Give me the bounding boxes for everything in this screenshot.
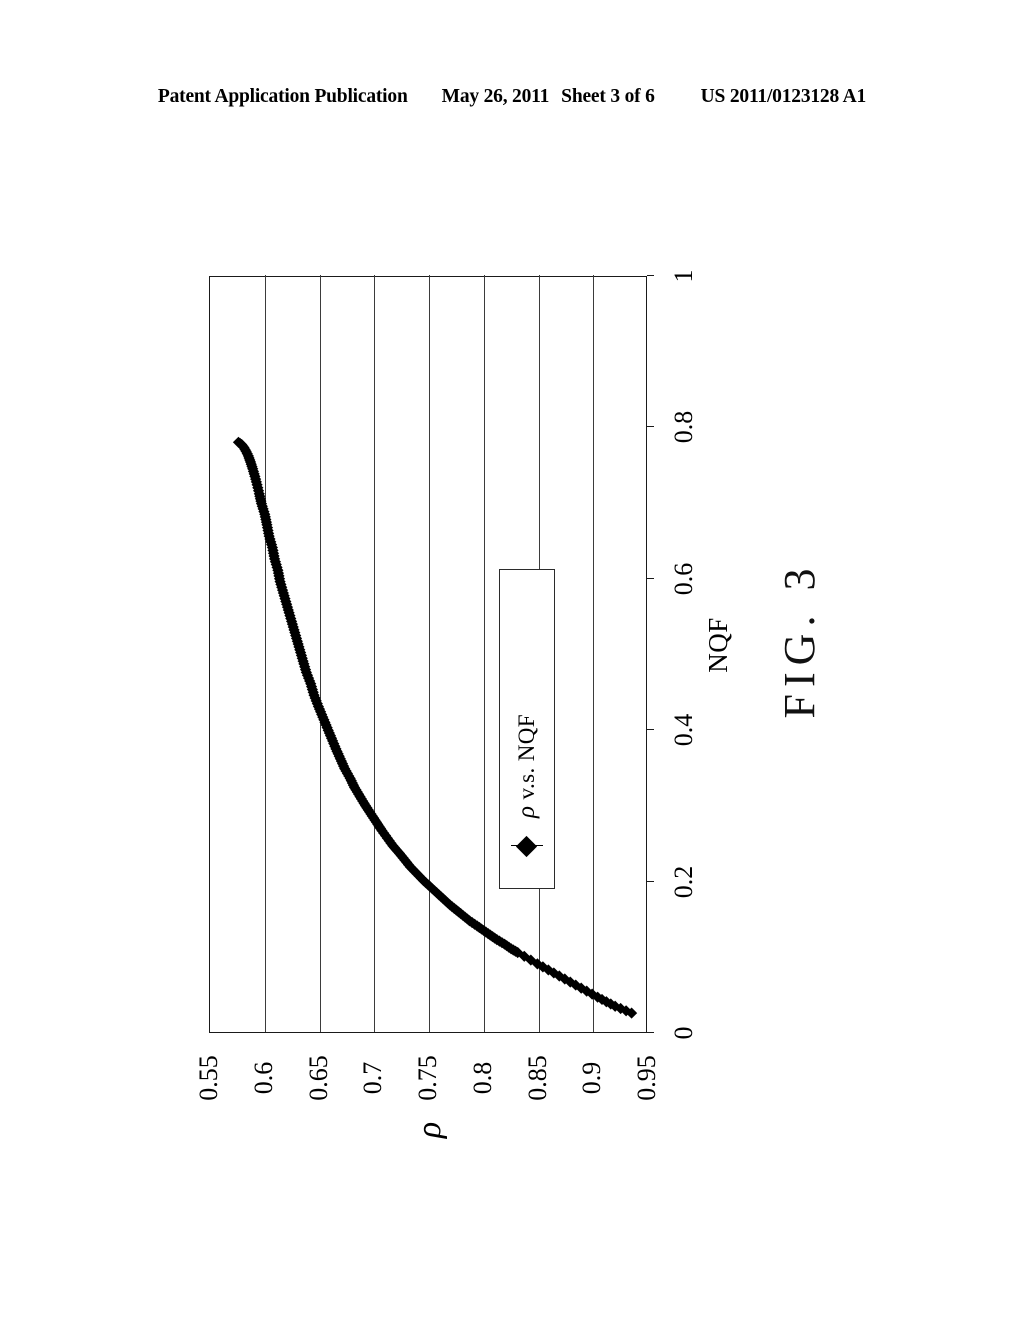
nqf-tick — [647, 275, 654, 276]
figure-caption: FIG. 3 — [775, 561, 824, 719]
nqf-tick-label: 0.4 — [669, 713, 698, 747]
nqf-tick-label: 1 — [669, 269, 698, 283]
nqf-tick-label: 0.2 — [669, 865, 698, 898]
rho-axis-title: ρ — [411, 1121, 448, 1139]
legend-marker — [510, 822, 544, 870]
rho-tick-label: 0.8 — [467, 1061, 497, 1095]
legend-entry: ρ v.s. NQF — [500, 570, 554, 888]
diamond-marker-icon — [515, 835, 538, 858]
rho-tick-label: 0.95 — [632, 1055, 661, 1101]
plot-area — [209, 275, 647, 1033]
chart-rotated-wrapper: ρ v.s. NQF — [209, 275, 654, 1033]
rho-tick-label: 0.55 — [194, 1055, 223, 1101]
series-markers — [232, 436, 638, 1019]
rho-tick-label: 0.85 — [522, 1055, 552, 1101]
legend[interactable]: ρ v.s. NQF — [499, 569, 555, 889]
nqf-tick-label: 0.8 — [669, 411, 698, 444]
rho-tick-label: 0.6 — [248, 1061, 278, 1095]
series-line — [238, 441, 632, 1014]
nqf-tick — [647, 577, 654, 579]
figure-stage: ρ v.s. NQF 0.95 0.9 0.85 0.8 0.75 0.7 0.65 0.6 0… — [0, 0, 1024, 1320]
nqf-tick-label: 0 — [669, 1026, 698, 1040]
rho-tick-label: 0.65 — [303, 1055, 333, 1101]
nqf-tick — [647, 729, 654, 731]
nqf-tick-label: 0.6 — [669, 562, 698, 596]
nqf-tick — [647, 426, 654, 428]
legend-label-rest: v.s. NQF — [514, 714, 539, 806]
nqf-tick — [647, 880, 654, 882]
nqf-axis-title: NQF — [703, 617, 733, 673]
legend-label-rho: ρ — [513, 805, 540, 818]
rho-tick-label: 0.9 — [577, 1061, 607, 1095]
legend-label: ρ v.s. NQF — [513, 714, 541, 818]
rho-tick-label: 0.7 — [358, 1061, 388, 1095]
data-series-layer — [232, 436, 638, 1019]
